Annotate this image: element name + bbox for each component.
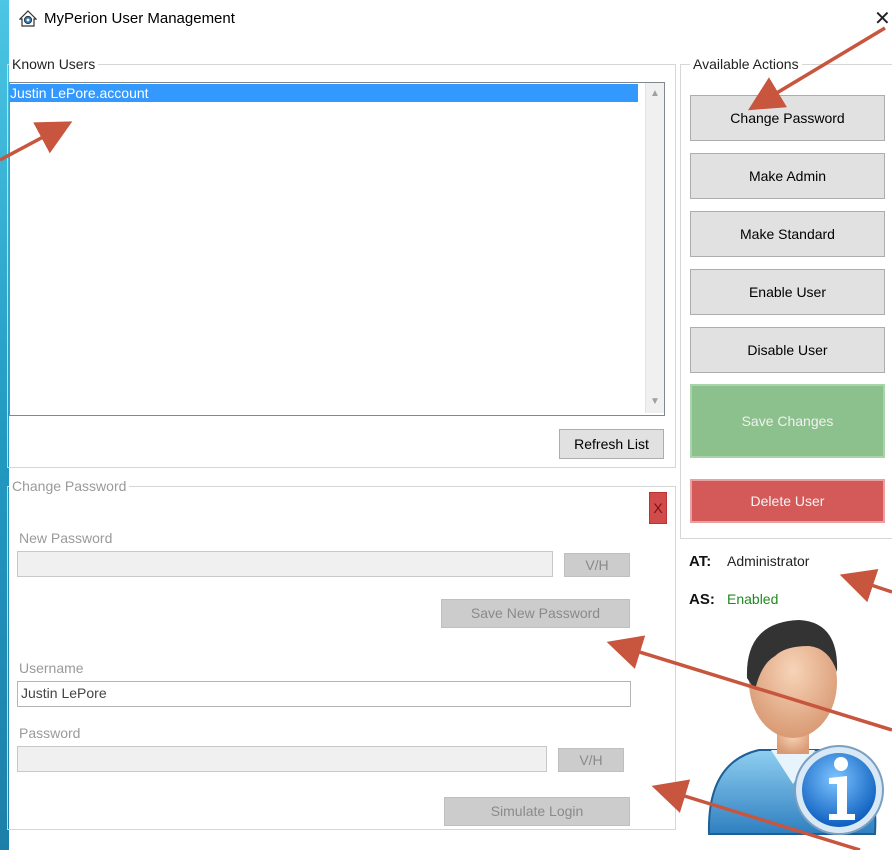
- enable-user-button[interactable]: Enable User: [690, 269, 885, 315]
- toggle-visibility-button[interactable]: V/H: [564, 553, 630, 577]
- window-title: MyPerion User Management: [44, 10, 235, 27]
- toggle-password-visibility-button[interactable]: V/H: [558, 748, 624, 772]
- account-status-value: Enabled: [727, 591, 779, 607]
- change-password-legend: Change Password: [9, 478, 130, 494]
- app-logo-icon: [19, 10, 37, 27]
- simulate-login-button[interactable]: Simulate Login: [444, 797, 630, 826]
- scroll-down-icon[interactable]: ▼: [646, 393, 664, 411]
- change-password-button[interactable]: Change Password: [690, 95, 885, 141]
- app-window: MyPerion User Management ✕ Known Users J…: [7, 0, 892, 850]
- account-type-key: AT:: [689, 553, 712, 570]
- disable-user-button[interactable]: Disable User: [690, 327, 885, 373]
- known-users-list[interactable]: Justin LePore.account ▲ ▼: [9, 82, 665, 416]
- username-field[interactable]: Justin LePore: [17, 681, 631, 707]
- account-status-key: AS:: [689, 591, 715, 608]
- list-item[interactable]: Justin LePore.account: [10, 84, 638, 102]
- close-change-password-button[interactable]: X: [649, 492, 667, 524]
- new-password-label: New Password: [19, 530, 113, 546]
- account-type-value: Administrator: [727, 553, 810, 569]
- scroll-up-icon[interactable]: ▲: [646, 85, 664, 103]
- username-label: Username: [19, 660, 84, 676]
- available-actions-legend: Available Actions: [690, 56, 802, 72]
- delete-user-button[interactable]: Delete User: [690, 479, 885, 523]
- make-standard-button[interactable]: Make Standard: [690, 211, 885, 257]
- save-changes-button[interactable]: Save Changes: [690, 384, 885, 458]
- list-scrollbar[interactable]: ▲ ▼: [645, 83, 664, 413]
- save-new-password-button[interactable]: Save New Password: [441, 599, 630, 628]
- close-icon[interactable]: ✕: [874, 6, 891, 31]
- refresh-list-button[interactable]: Refresh List: [559, 429, 664, 459]
- password-field[interactable]: [17, 746, 547, 772]
- user-info-icon: [707, 620, 884, 835]
- password-label: Password: [19, 725, 81, 741]
- known-users-legend: Known Users: [9, 56, 99, 72]
- make-admin-button[interactable]: Make Admin: [690, 153, 885, 199]
- title-bar[interactable]: MyPerion User Management ✕: [9, 0, 892, 36]
- new-password-field[interactable]: [17, 551, 553, 577]
